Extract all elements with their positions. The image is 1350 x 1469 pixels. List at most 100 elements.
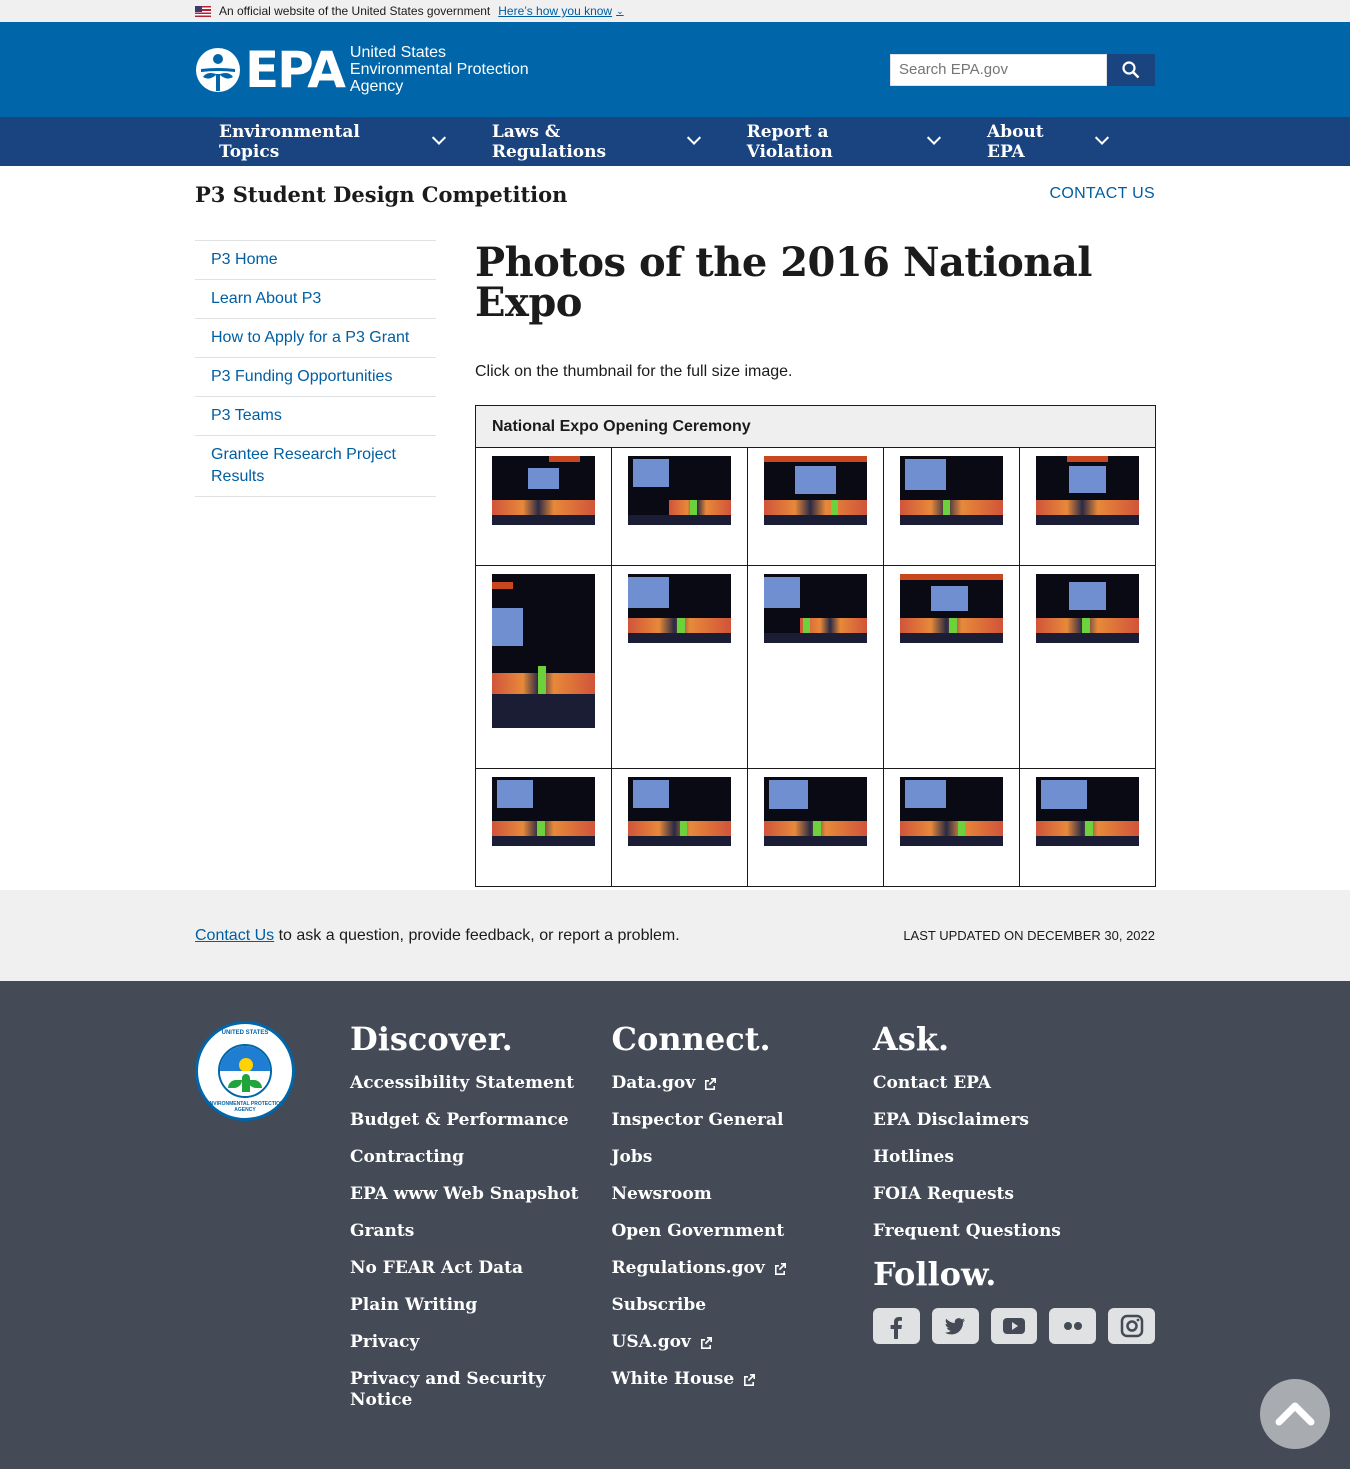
- photo-thumbnail[interactable]: [628, 456, 731, 525]
- site-footer: UNITED STATES ENVIRONMENTAL PROTECTION A…: [0, 981, 1350, 1469]
- footer-link-no-fear[interactable]: No FEAR Act Data: [350, 1258, 580, 1279]
- agency-line-2: Environmental Protection: [349, 61, 529, 78]
- photo-thumbnail[interactable]: [900, 574, 1003, 643]
- footer-link-web-snapshot[interactable]: EPA www Web Snapshot: [350, 1184, 580, 1205]
- footer-link-contact-epa[interactable]: Contact EPA: [873, 1073, 1103, 1094]
- contact-prompt: Contact Us to ask a question, provide fe…: [195, 927, 680, 945]
- footer-link-data-gov[interactable]: Data.gov: [612, 1073, 842, 1094]
- external-link-icon: [774, 1262, 786, 1275]
- sidenav-item-grantee-results[interactable]: Grantee Research Project Results: [195, 436, 436, 497]
- footer-link-white-house[interactable]: White House: [612, 1369, 842, 1390]
- nav-environmental-topics[interactable]: Environmental Topics: [219, 122, 446, 162]
- photo-thumbnail[interactable]: [1036, 777, 1139, 846]
- footer-discover: Discover. Accessibility Statement Budget…: [350, 1021, 612, 1427]
- nav-report-violation[interactable]: Report a Violation: [746, 121, 942, 162]
- footer-link-disclaimers[interactable]: EPA Disclaimers: [873, 1110, 1103, 1131]
- intro-text: Click on the thumbnail for the full size…: [475, 363, 793, 380]
- instagram-icon[interactable]: [1108, 1308, 1155, 1344]
- twitter-icon[interactable]: [931, 1308, 979, 1344]
- seal-top-text: UNITED STATES: [221, 1030, 269, 1036]
- table-cell: [883, 565, 1020, 769]
- footer-link-accessibility[interactable]: Accessibility Statement: [350, 1073, 580, 1094]
- chevron-down-icon: [686, 130, 701, 145]
- footer-link-open-government[interactable]: Open Government: [612, 1221, 842, 1242]
- photo-thumbnail[interactable]: [764, 777, 867, 846]
- nav-label: Report a Violation: [746, 121, 833, 162]
- footer-link-faq[interactable]: Frequent Questions: [873, 1221, 1103, 1242]
- seal-bottom-text: ENVIRONMENTAL PROTECTION AGENCY: [206, 1101, 284, 1113]
- last-updated-bar: Contact Us to ask a question, provide fe…: [0, 890, 1350, 981]
- seal-emblem: [218, 1044, 272, 1098]
- footer-link-grants[interactable]: Grants: [350, 1221, 580, 1242]
- photo-thumbnail[interactable]: [1036, 574, 1139, 643]
- photo-thumbnail[interactable]: [900, 456, 1003, 525]
- page-title: Photos of the 2016 National Expo: [475, 239, 1092, 326]
- photo-thumbnail[interactable]: [628, 574, 731, 643]
- photo-thumbnail[interactable]: [492, 777, 595, 846]
- discover-heading: Discover.: [350, 1020, 513, 1058]
- photo-thumbnail[interactable]: [764, 456, 867, 525]
- table-cell: [747, 447, 884, 566]
- footer-link-usa-gov[interactable]: USA.gov: [612, 1332, 842, 1353]
- table-header: National Expo Opening Ceremony: [475, 405, 1156, 448]
- epa-wordmark: EPA: [245, 40, 346, 99]
- footer-link-foia[interactable]: FOIA Requests: [873, 1184, 1103, 1205]
- heres-how-you-know-link[interactable]: Here’s how you know ⌄: [498, 4, 623, 18]
- link-label: White House: [611, 1369, 735, 1389]
- table-cell: [611, 768, 748, 887]
- table-cell: [611, 447, 748, 566]
- nav-laws-regulations[interactable]: Laws & Regulations: [492, 122, 701, 162]
- table-row: [475, 447, 1156, 566]
- sidenav-item-learn-about-p3[interactable]: Learn About P3: [195, 280, 436, 319]
- sidenav-item-p3-home[interactable]: P3 Home: [195, 241, 436, 280]
- photo-thumbnail[interactable]: [492, 456, 595, 525]
- footer-link-plain-writing[interactable]: Plain Writing: [350, 1295, 580, 1316]
- search-input[interactable]: [890, 53, 1107, 86]
- microsite-title[interactable]: P3 Student Design Competition: [195, 182, 567, 207]
- chevron-down-icon: [1095, 130, 1110, 145]
- photo-thumbnail[interactable]: [764, 574, 867, 643]
- flickr-icon[interactable]: [1049, 1308, 1097, 1344]
- photo-thumbnail[interactable]: [900, 777, 1003, 846]
- footer-link-inspector-general[interactable]: Inspector General: [612, 1110, 842, 1131]
- social-links: [873, 1308, 1155, 1360]
- sidenav-item-funding-opportunities[interactable]: P3 Funding Opportunities: [195, 358, 436, 397]
- contact-us-link[interactable]: CONTACT US: [1049, 185, 1155, 203]
- connect-heading: Connect.: [611, 1020, 771, 1058]
- footer-link-budget[interactable]: Budget & Performance: [350, 1110, 580, 1131]
- site-search: [890, 53, 1155, 86]
- photo-thumbnail[interactable]: [628, 777, 731, 846]
- footer-ask: Ask. Contact EPA EPA Disclaimers Hotline…: [873, 1021, 1155, 1427]
- photo-thumbnail[interactable]: [1036, 456, 1139, 525]
- microsite-header: P3 Student Design Competition CONTACT US: [0, 166, 1350, 222]
- search-icon: [1122, 60, 1140, 78]
- last-updated-text: LAST UPDATED ON DECEMBER 30, 2022: [903, 928, 1155, 943]
- gov-banner-text: An official website of the United States…: [219, 4, 491, 18]
- footer-link-privacy[interactable]: Privacy: [350, 1332, 580, 1353]
- footer-link-newsroom[interactable]: Newsroom: [612, 1184, 842, 1205]
- chevron-down-icon: [431, 130, 446, 145]
- nav-about-epa[interactable]: About EPA: [987, 122, 1110, 162]
- ask-heading: Ask.: [873, 1020, 950, 1058]
- footer-link-hotlines[interactable]: Hotlines: [873, 1147, 1103, 1168]
- link-label: Regulations.gov: [611, 1258, 765, 1278]
- site-header: EPA United States Environmental Protecti…: [0, 22, 1350, 117]
- youtube-icon[interactable]: [990, 1308, 1038, 1344]
- footer-link-privacy-security[interactable]: Privacy and Security Notice: [350, 1369, 550, 1411]
- footer-contact-us-link[interactable]: Contact Us: [195, 927, 274, 944]
- footer-link-subscribe[interactable]: Subscribe: [612, 1295, 842, 1316]
- epa-logo[interactable]: EPA United States Environmental Protecti…: [195, 44, 529, 95]
- sidenav-item-how-to-apply[interactable]: How to Apply for a P3 Grant: [195, 319, 436, 358]
- external-link-icon: [700, 1336, 712, 1349]
- table-cell: [1019, 447, 1156, 566]
- table-cell: [1019, 768, 1156, 887]
- sidenav-item-p3-teams[interactable]: P3 Teams: [195, 397, 436, 436]
- search-button[interactable]: [1107, 53, 1155, 86]
- footer-link-contracting[interactable]: Contracting: [350, 1147, 580, 1168]
- facebook-icon[interactable]: [873, 1308, 920, 1344]
- footer-link-regulations-gov[interactable]: Regulations.gov: [612, 1258, 842, 1279]
- footer-link-jobs[interactable]: Jobs: [612, 1147, 842, 1168]
- external-link-icon: [744, 1373, 756, 1386]
- photo-thumbnail[interactable]: [492, 574, 595, 728]
- back-to-top-button[interactable]: [1260, 1379, 1330, 1449]
